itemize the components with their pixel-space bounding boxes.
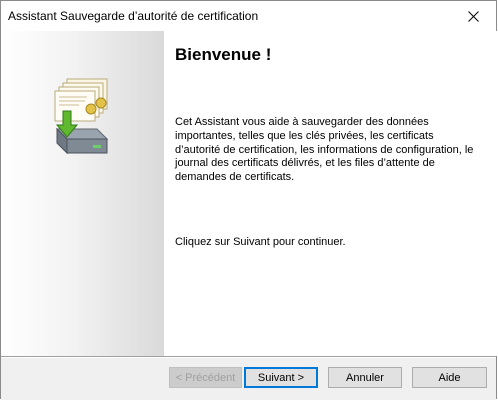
help-button[interactable]: Aide [412, 367, 487, 388]
page-title: Bienvenue ! [175, 45, 272, 64]
continue-hint: Cliquez sur Suivant pour continuer. [175, 236, 346, 248]
wizard-window: Assistant Sauvegarde d’autorité de certi… [0, 0, 497, 400]
title-bar: Assistant Sauvegarde d’autorité de certi… [1, 1, 496, 31]
close-icon [467, 10, 479, 22]
certificate-backup-icon [49, 73, 121, 167]
next-button[interactable]: Suivant > [244, 367, 318, 388]
wizard-side-panel [1, 31, 164, 356]
cancel-button[interactable]: Annuler [328, 367, 402, 388]
wizard-content: Bienvenue ! Cet Assistant vous aide à sa… [164, 31, 497, 356]
window-title: Assistant Sauvegarde d’autorité de certi… [8, 9, 259, 23]
button-bar: < Précédent Suivant > Annuler Aide [1, 358, 496, 400]
close-button[interactable] [450, 1, 496, 31]
previous-button[interactable]: < Précédent [169, 367, 242, 388]
intro-text: Cet Assistant vous aide à sauvegarder de… [175, 116, 474, 184]
